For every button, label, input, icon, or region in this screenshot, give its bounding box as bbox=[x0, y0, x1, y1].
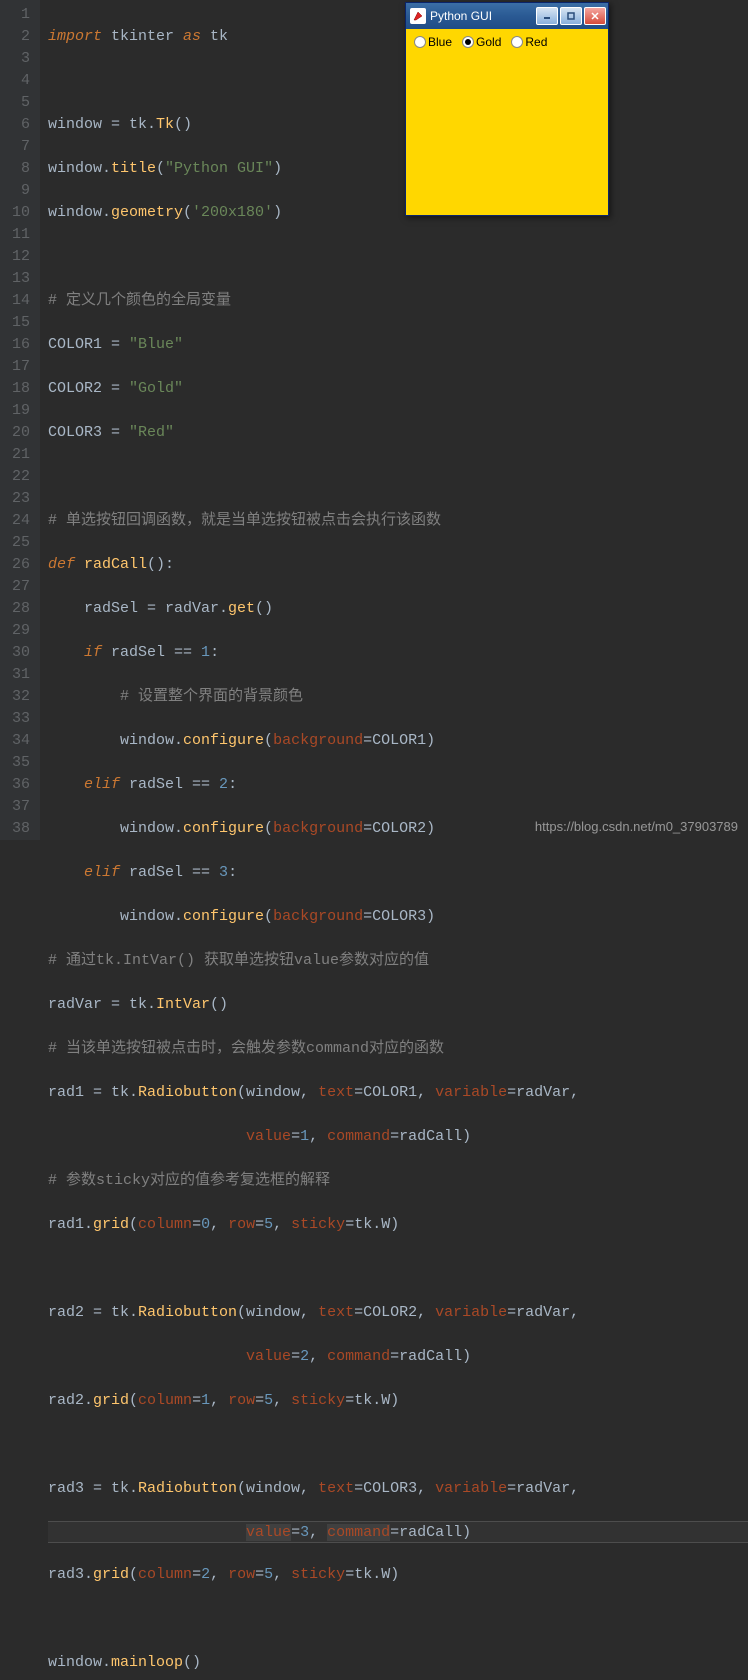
radio-gold[interactable]: Gold bbox=[460, 35, 503, 49]
code-line: import tkinter as tk bbox=[48, 26, 748, 48]
code-line: # 定义几个颜色的全局变量 bbox=[48, 290, 748, 312]
code-line: window.configure(background=COLOR3) bbox=[48, 906, 748, 928]
window-titlebar[interactable]: Python GUI bbox=[406, 3, 608, 29]
line-number: 34 bbox=[6, 730, 30, 752]
line-number: 1 bbox=[6, 4, 30, 26]
line-number: 30 bbox=[6, 642, 30, 664]
window-buttons bbox=[536, 7, 606, 25]
code-line: rad3 = tk.Radiobutton(window, text=COLOR… bbox=[48, 1478, 748, 1500]
code-line: window.geometry('200x180') bbox=[48, 202, 748, 224]
code-line: radSel = radVar.get() bbox=[48, 598, 748, 620]
line-number: 9 bbox=[6, 180, 30, 202]
line-number: 37 bbox=[6, 796, 30, 818]
line-number: 18 bbox=[6, 378, 30, 400]
line-number: 20 bbox=[6, 422, 30, 444]
line-number: 6 bbox=[6, 114, 30, 136]
line-gutter: 1 2 3 4 5 6 7 8 9 10 11 12 13 14 15 16 1… bbox=[0, 0, 40, 840]
code-line: elif radSel == 3: bbox=[48, 862, 748, 884]
line-number: 28 bbox=[6, 598, 30, 620]
radio-group: Blue Gold Red bbox=[410, 33, 604, 51]
code-line: # 设置整个界面的背景颜色 bbox=[48, 686, 748, 708]
code-line: # 参数sticky对应的值参考复选框的解释 bbox=[48, 1170, 748, 1192]
line-number: 32 bbox=[6, 686, 30, 708]
line-number: 33 bbox=[6, 708, 30, 730]
line-number: 8 bbox=[6, 158, 30, 180]
python-gui-window: Python GUI Blue Gold Red bbox=[405, 2, 609, 216]
radio-icon bbox=[414, 36, 426, 48]
line-number: 35 bbox=[6, 752, 30, 774]
line-number: 31 bbox=[6, 664, 30, 686]
line-number: 14 bbox=[6, 290, 30, 312]
code-line: window.title("Python GUI") bbox=[48, 158, 748, 180]
line-number: 3 bbox=[6, 48, 30, 70]
code-line: window = tk.Tk() bbox=[48, 114, 748, 136]
code-line bbox=[48, 1608, 748, 1630]
code-line: COLOR2 = "Gold" bbox=[48, 378, 748, 400]
line-number: 29 bbox=[6, 620, 30, 642]
line-number: 5 bbox=[6, 92, 30, 114]
code-line: elif radSel == 2: bbox=[48, 774, 748, 796]
code-line: rad1 = tk.Radiobutton(window, text=COLOR… bbox=[48, 1082, 748, 1104]
line-number: 36 bbox=[6, 774, 30, 796]
radio-blue[interactable]: Blue bbox=[412, 35, 454, 49]
code-line bbox=[48, 1434, 748, 1456]
code-line: value=2, command=radCall) bbox=[48, 1346, 748, 1368]
line-number: 19 bbox=[6, 400, 30, 422]
code-line: rad3.grid(column=2, row=5, sticky=tk.W) bbox=[48, 1564, 748, 1586]
line-number: 2 bbox=[6, 26, 30, 48]
close-button[interactable] bbox=[584, 7, 606, 25]
line-number: 12 bbox=[6, 246, 30, 268]
line-number: 23 bbox=[6, 488, 30, 510]
code-line: window.mainloop() bbox=[48, 1652, 748, 1674]
line-number: 25 bbox=[6, 532, 30, 554]
watermark: https://blog.csdn.net/m0_37903789 bbox=[535, 819, 738, 834]
code-line: # 单选按钮回调函数，就是当单选按钮被点击会执行该函数 bbox=[48, 510, 748, 532]
line-number: 21 bbox=[6, 444, 30, 466]
code-line: window.configure(background=COLOR1) bbox=[48, 730, 748, 752]
code-line: rad2 = tk.Radiobutton(window, text=COLOR… bbox=[48, 1302, 748, 1324]
line-number: 24 bbox=[6, 510, 30, 532]
radio-icon-selected bbox=[462, 36, 474, 48]
code-line bbox=[48, 70, 748, 92]
code-line: radVar = tk.IntVar() bbox=[48, 994, 748, 1016]
minimize-button[interactable] bbox=[536, 7, 558, 25]
window-title: Python GUI bbox=[430, 9, 532, 23]
line-number: 17 bbox=[6, 356, 30, 378]
code-line: COLOR1 = "Blue" bbox=[48, 334, 748, 356]
maximize-button[interactable] bbox=[560, 7, 582, 25]
tk-feather-icon bbox=[410, 8, 426, 24]
line-number: 16 bbox=[6, 334, 30, 356]
radio-red[interactable]: Red bbox=[509, 35, 549, 49]
line-number: 27 bbox=[6, 576, 30, 598]
code-line: # 当该单选按钮被点击时，会触发参数command对应的函数 bbox=[48, 1038, 748, 1060]
line-number: 15 bbox=[6, 312, 30, 334]
line-number: 11 bbox=[6, 224, 30, 246]
window-body: Blue Gold Red bbox=[406, 29, 608, 215]
line-number: 38 bbox=[6, 818, 30, 840]
line-number: 4 bbox=[6, 70, 30, 92]
code-line: def radCall(): bbox=[48, 554, 748, 576]
radio-label: Red bbox=[525, 35, 547, 49]
line-number: 7 bbox=[6, 136, 30, 158]
line-number: 22 bbox=[6, 466, 30, 488]
code-line bbox=[48, 246, 748, 268]
code-line: if radSel == 1: bbox=[48, 642, 748, 664]
code-editor: 1 2 3 4 5 6 7 8 9 10 11 12 13 14 15 16 1… bbox=[0, 0, 748, 840]
code-line: value=1, command=radCall) bbox=[48, 1126, 748, 1148]
radio-label: Blue bbox=[428, 35, 452, 49]
code-area[interactable]: import tkinter as tk window = tk.Tk() wi… bbox=[40, 0, 748, 840]
code-line bbox=[48, 1258, 748, 1280]
line-number: 13 bbox=[6, 268, 30, 290]
code-line bbox=[48, 466, 748, 488]
code-line-highlighted: value=3, command=radCall) bbox=[48, 1521, 748, 1543]
code-line: rad2.grid(column=1, row=5, sticky=tk.W) bbox=[48, 1390, 748, 1412]
code-line: COLOR3 = "Red" bbox=[48, 422, 748, 444]
radio-label: Gold bbox=[476, 35, 501, 49]
radio-icon bbox=[511, 36, 523, 48]
code-line: rad1.grid(column=0, row=5, sticky=tk.W) bbox=[48, 1214, 748, 1236]
code-line: # 通过tk.IntVar() 获取单选按钮value参数对应的值 bbox=[48, 950, 748, 972]
line-number: 26 bbox=[6, 554, 30, 576]
line-number: 10 bbox=[6, 202, 30, 224]
